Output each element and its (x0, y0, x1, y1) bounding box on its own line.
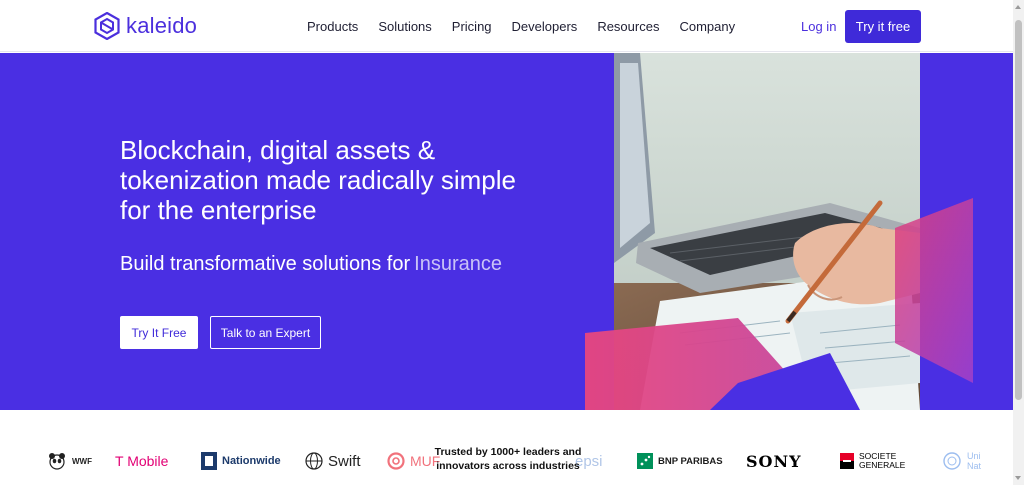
bnp-icon (637, 453, 653, 469)
hero-section: Blockchain, digital assets & tokenizatio… (0, 53, 1013, 410)
hero-subtitle: Build transformative solutions for Insura… (120, 253, 502, 276)
logo-nationwide: Nationwide (201, 450, 281, 472)
logo-sony: SONY (746, 451, 802, 471)
logo-swift: Swift (305, 450, 361, 472)
nav-solutions[interactable]: Solutions (378, 19, 431, 34)
try-it-free-button[interactable]: Try It Free (120, 316, 198, 349)
globe-icon (305, 452, 323, 470)
hero-title: Blockchain, digital assets & tokenizatio… (120, 135, 516, 225)
main-menu: Products Solutions Pricing Developers Re… (307, 19, 755, 34)
scroll-down-arrow-icon[interactable] (1015, 476, 1021, 480)
hero-rotating-word: Insurance (414, 253, 502, 275)
logo-bnp-paribas: BNP PARIBAS (637, 450, 723, 472)
page-scrollbar[interactable] (1013, 0, 1024, 485)
talk-to-expert-button[interactable]: Talk to an Expert (210, 316, 321, 349)
top-navigation: kaleido Products Solutions Pricing Devel… (0, 0, 1013, 52)
kaleido-logo[interactable]: kaleido (94, 12, 197, 40)
nationwide-icon (201, 452, 217, 470)
logo-wwf: WWF (47, 450, 92, 472)
logo-tmobile: T Mobile (115, 453, 169, 469)
nav-developers[interactable]: Developers (512, 19, 578, 34)
societe-generale-icon (840, 453, 854, 469)
hero-subtitle-text: Build transformative solutions for (120, 253, 411, 275)
panda-icon (49, 453, 65, 470)
logo-societe-generale: SOCIETE GENERALE (840, 450, 921, 472)
kaleido-logo-icon (94, 12, 120, 40)
scroll-up-arrow-icon[interactable] (1015, 5, 1021, 9)
nav-resources[interactable]: Resources (597, 19, 659, 34)
logo-text: kaleido (126, 13, 198, 38)
un-emblem-icon (943, 452, 961, 470)
nav-pricing[interactable]: Pricing (452, 19, 492, 34)
mufg-icon (387, 452, 405, 470)
trusted-by-text: Trusted by 1000+ leaders and innovators … (434, 446, 582, 472)
login-link[interactable]: Log in (801, 19, 836, 34)
scroll-thumb[interactable] (1015, 20, 1022, 400)
logo-united-nations: Uni Nat (942, 450, 987, 472)
hero-image (585, 53, 973, 410)
customer-logo-strip: WWF T Mobile Nationwide Swift MUF epsi T… (0, 410, 1013, 485)
try-it-free-nav-button[interactable]: Try it free (845, 10, 921, 43)
nav-products[interactable]: Products (307, 19, 358, 34)
nav-company[interactable]: Company (679, 19, 735, 34)
page: kaleido Products Solutions Pricing Devel… (0, 0, 1024, 485)
